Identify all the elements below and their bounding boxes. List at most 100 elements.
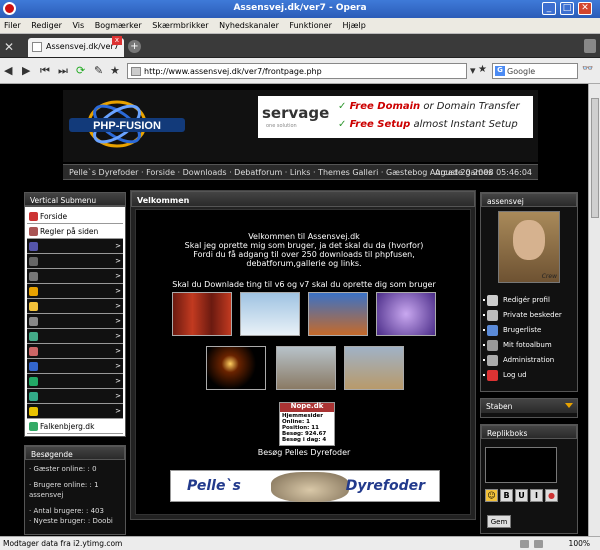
bookmark-star-icon[interactable]: ★ (110, 64, 120, 77)
shoutbox-textarea[interactable] (485, 447, 557, 483)
page-content: PHP-FUSION servage one solution ✓ Free D… (0, 84, 600, 536)
back-icon[interactable]: ◀ (4, 64, 12, 77)
status-icon[interactable] (520, 540, 529, 548)
bulldog-image (271, 472, 349, 502)
submenu-item[interactable]: > (27, 344, 123, 359)
new-tab-button[interactable]: + (128, 40, 141, 53)
submenu-item-label: Falkenbjerg.dk (40, 422, 95, 431)
pelles-caption: Besøg Pelles Dyrefoder (257, 448, 351, 457)
collapse-triangle-icon[interactable] (565, 403, 573, 408)
submenu-item[interactable]: > (27, 269, 123, 284)
site-nav-links[interactable]: Pelle`s Dyrefoder · Forside · Downloads … (69, 168, 492, 177)
search-input[interactable]: G Google (492, 63, 578, 79)
title-bar: Assensvej.dk/ver7 - Opera _ □ ✕ (0, 0, 600, 18)
staff-title[interactable]: Staben (481, 399, 577, 413)
menu-view[interactable]: Vis (69, 18, 89, 30)
bold-button[interactable]: B (500, 489, 513, 502)
submenu-item[interactable]: > (27, 329, 123, 344)
chevron-right-icon: > (115, 362, 121, 370)
user-menu-item[interactable]: Mit fotoalbum (481, 338, 577, 353)
scrollbar-thumb[interactable] (591, 98, 599, 218)
gallery-thumb-rock-arch[interactable] (308, 292, 368, 336)
avatar-caption: Crew (541, 273, 557, 280)
forward-icon[interactable]: ▶ (22, 64, 30, 77)
menu-feeds[interactable]: Nyhedskanaler (215, 18, 283, 30)
save-button[interactable]: Gem (487, 515, 511, 528)
submenu-item[interactable]: Forside (27, 209, 123, 224)
user-menu-item[interactable]: Administration (481, 353, 577, 368)
menu-edit[interactable]: Rediger (27, 18, 66, 30)
close-tab-button[interactable]: x (112, 36, 122, 45)
gallery-thumb-fire[interactable] (172, 292, 232, 336)
address-field[interactable]: http://www.assensvej.dk/ver7/frontpage.p… (127, 63, 467, 79)
menu-help[interactable]: Hjælp (338, 18, 369, 30)
menu-file[interactable]: Filer (0, 18, 25, 30)
submenu-item[interactable]: > (27, 374, 123, 389)
submenu-title: Vertical Submenu (24, 192, 126, 206)
menu-widgets[interactable]: Skærmbrikker (148, 18, 212, 30)
trash-icon[interactable] (584, 39, 596, 53)
submenu-item[interactable]: Regler på siden (27, 224, 123, 239)
navigation-bar: ◀ ▶ ⏮ ⏭ ⟳ ✎ ★ http://www.assensvej.dk/ve… (0, 58, 600, 84)
gallery-thumb-chameleon[interactable] (276, 346, 336, 390)
tab-assensvej[interactable]: Assensvej.dk/ver7 x (28, 36, 124, 57)
logo-text: PHP-FUSION (93, 120, 161, 132)
menu-bookmarks[interactable]: Bogmærker (91, 18, 146, 30)
user-menu-item[interactable]: Redigér profil (481, 293, 577, 308)
status-bar: Modtager data fra i2.ytimg.com 100% (0, 536, 600, 550)
dropdown-icon[interactable]: ▾ (470, 64, 476, 77)
submenu-item[interactable]: > (27, 389, 123, 404)
servage-ad-banner[interactable]: servage one solution ✓ Free Domain or Do… (258, 96, 533, 138)
gallery-thumb-bear-water[interactable] (344, 346, 404, 390)
submenu-item[interactable]: Falkenbjerg.dk (27, 419, 123, 434)
submenu-item[interactable]: > (27, 314, 123, 329)
gallery-thumb-lotus[interactable] (376, 292, 436, 336)
user-menu-label: Log ud (503, 371, 527, 379)
user-menu-item[interactable]: Brugerliste (481, 323, 577, 338)
submenu-item[interactable]: > (27, 284, 123, 299)
tools-icon[interactable]: ✕ (4, 40, 14, 54)
view-icon[interactable] (534, 540, 543, 548)
visitors-title: Besøgende (25, 446, 125, 460)
banner-sub: one solution (266, 123, 297, 129)
right-column: assensvej Crew Redigér profil Private bes… (480, 192, 578, 534)
smiley-button[interactable]: ☺ (485, 489, 498, 502)
maximize-button[interactable]: □ (560, 2, 574, 15)
newest-user[interactable]: · Nyeste bruger: : Doobi (29, 516, 121, 526)
shoutbox-panel: Replikboks ☺ B U I ● Gem (480, 424, 578, 534)
submenu-item-icon (29, 377, 38, 386)
star-icon[interactable]: ★ (478, 64, 487, 75)
scrollbar[interactable] (588, 84, 600, 536)
submenu-item[interactable]: > (27, 404, 123, 419)
zoom-level[interactable]: 100% (569, 539, 590, 548)
gallery-thumb-polar-bear[interactable] (240, 292, 300, 336)
close-window-button[interactable]: ✕ (578, 2, 592, 15)
chevron-right-icon: > (115, 407, 121, 415)
submenu-item[interactable]: > (27, 299, 123, 314)
users-online: · Brugere online: : 1 assensvej (29, 481, 99, 499)
user-menu-label: Private beskeder (503, 311, 562, 319)
submenu-item[interactable]: > (27, 239, 123, 254)
underline-button[interactable]: U (515, 489, 528, 502)
welcome-panel: Velkommen Velkommen til Assensvej.dk Ska… (130, 190, 476, 520)
user-menu-item[interactable]: Log ud (481, 368, 577, 383)
fast-forward-icon[interactable]: ⏭ (58, 64, 68, 78)
user-menu-item[interactable]: Private beskeder (481, 308, 577, 323)
edit-icon[interactable]: ✎ (94, 64, 103, 77)
menu-tools[interactable]: Funktioner (285, 18, 335, 30)
gallery-thumb-eclipse[interactable] (206, 346, 266, 390)
minimize-button[interactable]: _ (542, 2, 556, 15)
submenu-item[interactable]: > (27, 254, 123, 269)
zoom-glasses-icon[interactable]: 👓 (582, 64, 593, 74)
rewind-icon[interactable]: ⏮ (40, 64, 50, 78)
pelles-dyrefoder-banner[interactable]: Pelle`s Dyrefoder (170, 470, 440, 502)
favicon-icon (32, 42, 42, 52)
italic-button[interactable]: I (530, 489, 543, 502)
guests-online: · Gæster online: : 0 (29, 465, 97, 473)
submenu-item[interactable]: > (27, 359, 123, 374)
reload-icon[interactable]: ⟳ (76, 64, 85, 77)
welcome-body: Velkommen til Assensvej.dk Skal jeg opre… (135, 209, 471, 515)
nope-counter-widget[interactable]: Nope.dk Hjemmesider Online: 1 Position: … (279, 402, 335, 446)
user-menu-label: Redigér profil (503, 296, 550, 304)
color-button[interactable]: ● (545, 489, 558, 502)
